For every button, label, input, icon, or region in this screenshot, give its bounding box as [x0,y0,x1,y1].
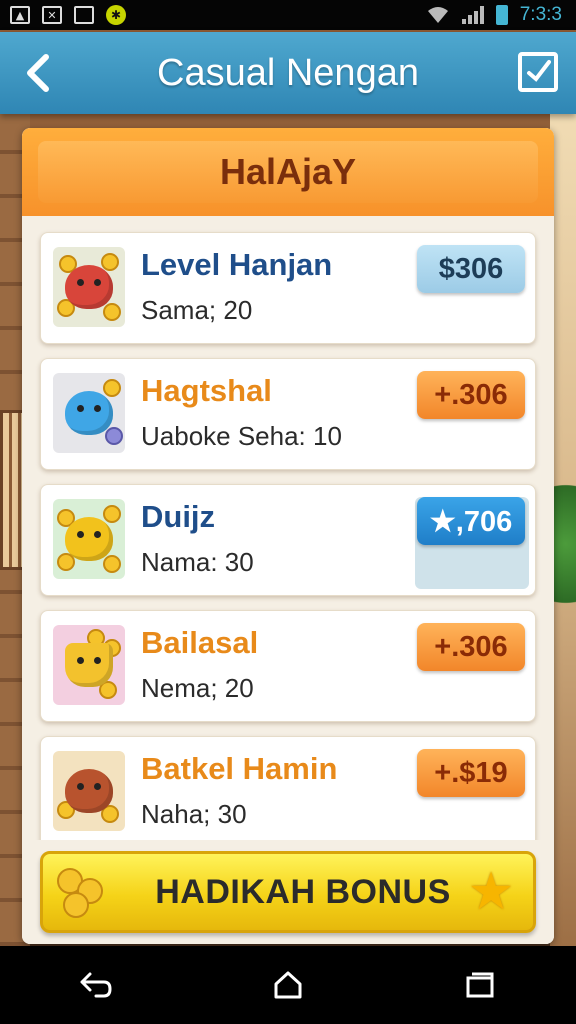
item-thumbnail [53,751,125,831]
item-title: Hagtshal [141,373,272,408]
bonus-button[interactable]: HADIKAH BONUS ★ [40,851,536,933]
status-bar: ▲ ✕ ✱ 7:3:3 [0,0,576,30]
list-item[interactable]: Duijz Nama: 30 ★,706 [40,484,536,596]
main-panel: HalAjaY Level Hanjan Sama; 20 $306 Hagts… [22,128,554,944]
item-title: Batkel Hamin [141,751,338,786]
checkbox-edit-icon [527,60,551,82]
item-thumbnail [53,247,125,327]
price-label: +.$19 [434,756,508,789]
nav-back-button[interactable] [66,955,126,1015]
star-icon: ★ [467,862,515,922]
creature-icon [65,265,113,309]
bonus-label: HADIKAH BONUS [155,872,451,911]
back-arrow-icon [80,972,112,998]
app-header: Casual Nengan [0,32,576,114]
bonus-area: HADIKAH BONUS ★ [22,840,554,944]
item-list: Level Hanjan Sama; 20 $306 Hagtshal Uabo… [40,232,536,862]
panel-banner-inner: HalAjaY [38,141,538,203]
item-thumbnail [53,499,125,579]
edit-button[interactable] [518,52,558,92]
clock: 7:3:3 [519,4,562,25]
item-subtitle: Nama: 30 [141,547,254,577]
creature-icon [65,517,113,561]
price-button[interactable]: +.$19 [417,749,525,797]
screen-icon [74,6,94,24]
nav-recents-button[interactable] [450,955,510,1015]
price-button[interactable]: +.306 [417,371,525,419]
price-label: ★,706 [429,505,513,538]
creature-icon [65,643,113,687]
back-button[interactable] [18,50,58,96]
panel-banner: HalAjaY [22,128,554,216]
item-title: Level Hanjan [141,247,333,282]
wifi-icon [427,7,448,23]
battery-icon [495,5,508,25]
recents-icon [466,972,494,998]
list-item[interactable]: Hagtshal Uabokе Seha: 10 +.306 [40,358,536,470]
price-button[interactable]: $306 [417,245,525,293]
system-nav-bar [0,946,576,1024]
item-subtitle: Nema; 20 [141,673,254,703]
signal-icon [461,6,484,24]
item-subtitle: Uabokе Seha: 10 [141,421,342,451]
status-left: ▲ ✕ ✱ [10,5,126,25]
list-item[interactable]: Bailasal Nema; 20 +.306 [40,610,536,722]
list-item[interactable]: Batkel Hamin Naha; 30 +.$19 [40,736,536,848]
creature-icon [65,769,113,813]
price-label: +.306 [434,378,508,411]
chevron-left-icon [27,54,49,92]
image-icon: ✕ [42,6,62,24]
nav-home-button[interactable] [258,955,318,1015]
status-right: 7:3:3 [426,4,562,26]
item-thumbnail [53,625,125,705]
notification-icon: ▲ [10,6,30,24]
coins-icon [57,868,113,920]
price-button[interactable]: +.306 [417,623,525,671]
item-title: Duijz [141,499,216,534]
panel-banner-title: HalAjaY [219,151,357,192]
creature-icon [65,391,113,435]
price-label: $306 [438,252,504,285]
item-subtitle: Sama; 20 [141,295,253,325]
item-thumbnail [53,373,125,453]
page-title: Casual Nengan [157,51,419,94]
item-subtitle: Naha; 30 [141,799,247,829]
price-label: +.306 [434,630,508,663]
list-item[interactable]: Level Hanjan Sama; 20 $306 [40,232,536,344]
app-notification-icon: ✱ [106,5,126,25]
item-title: Bailasal [141,625,259,660]
home-icon [274,971,302,999]
price-button[interactable]: ★,706 [417,497,525,545]
